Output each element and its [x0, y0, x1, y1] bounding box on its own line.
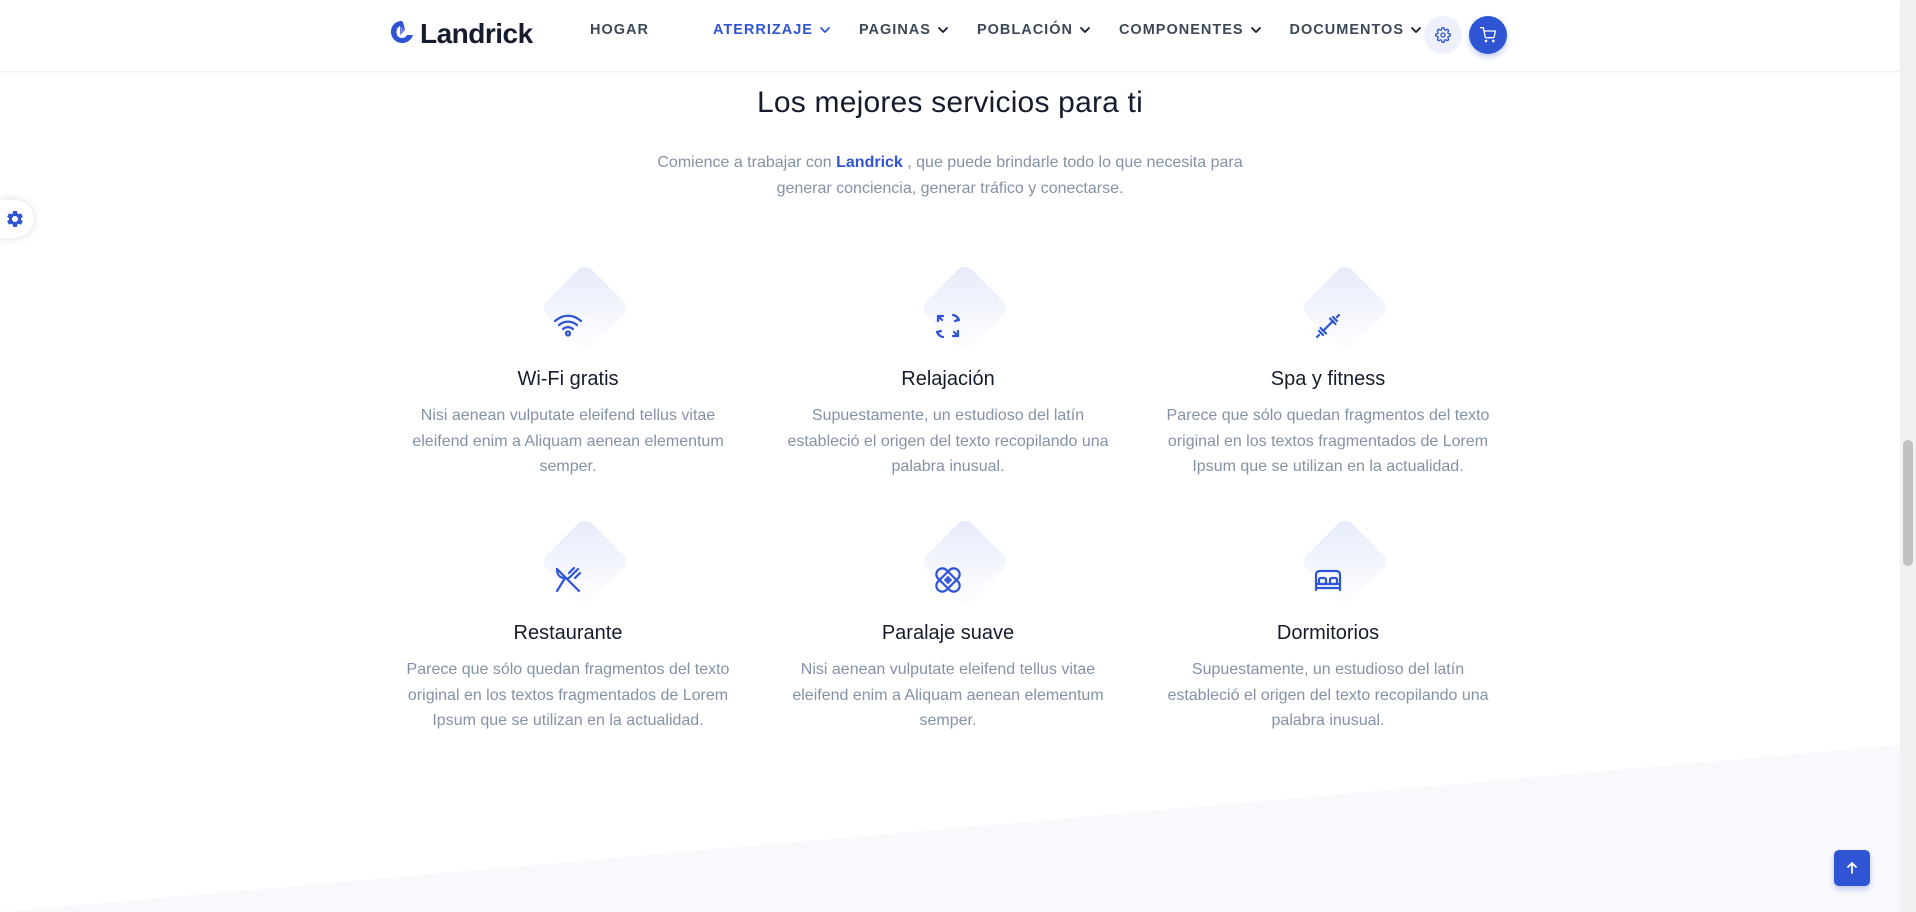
chevron-down-icon — [1080, 27, 1090, 33]
fork-knife-icon — [551, 563, 585, 597]
scrollbar-thumb[interactable] — [1903, 440, 1913, 566]
wifi-icon — [551, 309, 585, 343]
feature-title: Relajación — [901, 368, 995, 390]
nav-item-label: COMPONENTES — [1118, 22, 1244, 38]
feature-title: Wi-Fi gratis — [517, 368, 619, 390]
gear-icon — [1435, 27, 1451, 43]
section-description: Comience a trabajar con Landrick , que p… — [650, 150, 1250, 202]
section-divider-shape — [0, 745, 1900, 912]
cart-button[interactable] — [1469, 16, 1507, 54]
page-scrollbar[interactable] — [1900, 0, 1916, 912]
nav-item-poblacion[interactable]: POBLACIÓN — [977, 22, 1091, 38]
logo[interactable]: Landrick — [388, 16, 533, 52]
refresh-icon — [931, 309, 965, 343]
nav-item-label: POBLACIÓN — [976, 22, 1073, 38]
dumbbell-icon — [1311, 309, 1345, 343]
feature-text: Nisi aenean vulputate eleifend tellus vi… — [792, 661, 1104, 729]
feature-title: Dormitorios — [1276, 622, 1380, 644]
feature-card-restaurante: Restaurante Parece que sólo quedan fragm… — [388, 516, 748, 734]
feature-icon-wrap — [903, 516, 1011, 616]
feature-card-relajacion: Relajación Supuestamente, un estudioso d… — [768, 262, 1128, 480]
feature-title: Spa y fitness — [1270, 368, 1386, 390]
gear-icon — [7, 211, 23, 227]
chevron-down-icon — [820, 27, 830, 33]
bed-icon — [1311, 563, 1345, 597]
feature-icon-wrap — [523, 516, 631, 616]
brand-link[interactable]: Landrick — [836, 154, 903, 171]
main-nav: HOGAR ATERRIZAJE PAGINAS POBLACIÓN COMPO… — [590, 22, 1422, 38]
feature-icon-wrap — [1283, 516, 1391, 616]
feature-text: Parece que sólo quedan fragmentos del te… — [1166, 407, 1490, 475]
feature-text: Supuestamente, un estudioso del latín es… — [787, 407, 1109, 475]
top-navbar: Landrick HOGAR ATERRIZAJE PAGINAS POBLAC… — [0, 0, 1900, 72]
logo-text: Landrick — [420, 18, 533, 49]
feature-card-spa: Spa y fitness Parece que sólo quedan fra… — [1148, 262, 1508, 480]
feature-card-dormitorios: Dormitorios Supuestamente, un estudioso … — [1148, 516, 1508, 734]
settings-button[interactable] — [1424, 16, 1462, 54]
nav-item-hogar[interactable]: HOGAR — [590, 22, 649, 38]
bandage-icon — [931, 563, 965, 597]
feature-text: Nisi aenean vulputate eleifend tellus vi… — [412, 407, 724, 475]
feature-text: Parece que sólo quedan fragmentos del te… — [406, 661, 730, 729]
nav-item-documentos[interactable]: DOCUMENTOS — [1290, 22, 1422, 38]
chevron-down-icon — [938, 27, 948, 33]
nav-item-aterrizaje[interactable]: ATERRIZAJE — [713, 22, 831, 38]
feature-card-wifi: Wi-Fi gratis Nisi aenean vulputate eleif… — [388, 262, 748, 480]
back-to-top-button[interactable] — [1834, 850, 1870, 886]
feature-text: Supuestamente, un estudioso del latín es… — [1167, 661, 1489, 729]
feature-icon-wrap — [523, 262, 631, 362]
logo-icon — [388, 18, 416, 51]
theme-settings-toggle[interactable] — [0, 200, 34, 238]
feature-title: Paralaje suave — [881, 622, 1015, 644]
description-text: Comience a trabajar con — [657, 154, 837, 171]
feature-icon-wrap — [903, 262, 1011, 362]
cart-icon — [1480, 27, 1496, 43]
arrow-up-icon — [1847, 862, 1857, 874]
feature-card-paralaje: Paralaje suave Nisi aenean vulputate ele… — [768, 516, 1128, 734]
chevron-down-icon — [1411, 27, 1421, 33]
feature-icon-wrap — [1283, 262, 1391, 362]
nav-item-label: PAGINAS — [858, 22, 931, 38]
section-title: Los mejores servicios para ti — [757, 86, 1143, 119]
nav-item-paginas[interactable]: PAGINAS — [859, 22, 949, 38]
feature-title: Restaurante — [513, 622, 623, 644]
nav-item-label: HOGAR — [590, 22, 649, 38]
nav-item-label: DOCUMENTOS — [1289, 22, 1405, 38]
chevron-down-icon — [1250, 27, 1261, 33]
nav-item-label: ATERRIZAJE — [712, 22, 813, 38]
nav-item-componentes[interactable]: COMPONENTES — [1119, 22, 1262, 38]
